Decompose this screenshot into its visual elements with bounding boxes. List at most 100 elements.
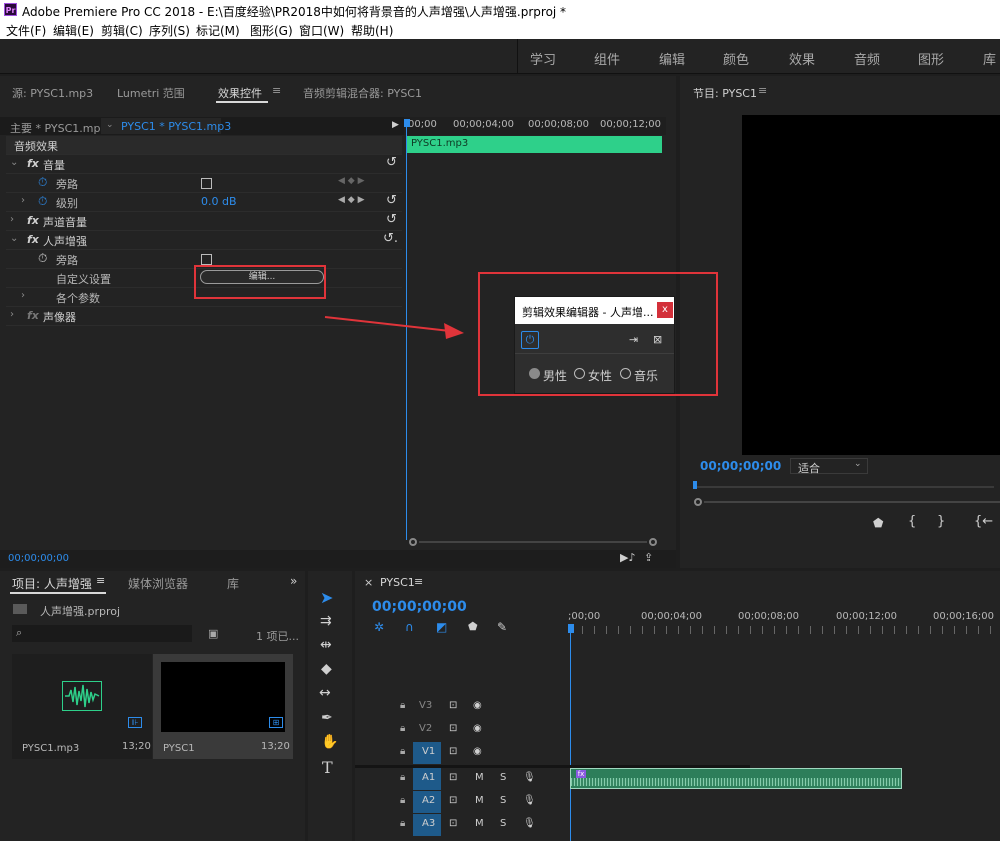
bypass-checkbox[interactable] <box>201 254 212 265</box>
slip-tool-icon[interactable]: ↔ <box>319 685 331 701</box>
lock-icon[interactable]: 🔒︎ <box>400 746 405 757</box>
workspace-graphics[interactable]: 图形 <box>918 49 944 68</box>
reset-icon[interactable]: ↺ <box>386 155 397 170</box>
project-item-audio[interactable]: ⊪ PYSC1.mp3 13;20 <box>12 654 152 759</box>
fit-dropdown[interactable]: 适合 ⌄ <box>790 458 868 475</box>
eye-icon[interactable]: ◉ <box>473 700 482 711</box>
reset-icon[interactable]: ↺ <box>386 193 397 208</box>
tab-effect-controls[interactable]: 效果控件 <box>218 85 262 101</box>
microphone-icon[interactable]: 🎙︎ <box>523 772 536 783</box>
keyframe-nav-icon[interactable]: ◀ ◆ ▶ <box>338 176 365 186</box>
add-marker-icon[interactable]: ⬟ <box>873 516 883 530</box>
solo-button[interactable]: S <box>500 818 506 829</box>
close-icon[interactable]: × <box>364 576 373 589</box>
scroll-handle-right[interactable] <box>649 538 657 546</box>
panel-menu-icon[interactable]: ≡ <box>758 84 767 97</box>
mute-button[interactable]: M <box>475 772 484 783</box>
lock-icon[interactable]: 🔒︎ <box>400 723 405 734</box>
reset-icon[interactable]: ↺ <box>386 212 397 227</box>
menu-edit[interactable]: 编辑(E) <box>53 22 94 39</box>
program-playhead[interactable] <box>693 481 697 489</box>
zoom-handle-left[interactable] <box>694 498 702 506</box>
nest-icon[interactable]: ✲ <box>374 620 384 634</box>
more-tabs-icon[interactable]: » <box>290 574 297 588</box>
radio-music[interactable] <box>620 368 631 379</box>
go-to-in-icon[interactable]: {← <box>974 514 993 529</box>
program-scrub-bar[interactable] <box>694 486 994 488</box>
panel-menu-icon[interactable]: ≡ <box>272 84 281 97</box>
track-label[interactable]: A1 <box>422 772 435 783</box>
panel-menu-icon[interactable]: ≡ <box>96 574 105 587</box>
ruler-ticks[interactable] <box>570 626 1000 634</box>
radio-label[interactable]: 音乐 <box>634 367 658 384</box>
workspace-editing[interactable]: 编辑 <box>659 49 685 68</box>
workspace-audio[interactable]: 音频 <box>854 49 880 68</box>
mute-button[interactable]: M <box>475 818 484 829</box>
track-select-tool-icon[interactable]: ⇉ <box>320 613 332 629</box>
routing-icon[interactable]: ⇥ <box>629 333 638 346</box>
timeline-timecode[interactable]: 00;00;00;00 <box>372 599 467 615</box>
fx-icon[interactable]: fx <box>27 157 39 170</box>
menu-sequence[interactable]: 序列(S) <box>149 22 190 39</box>
stopwatch-icon[interactable]: ⏱ <box>38 175 47 190</box>
project-item-sequence[interactable]: ⊞ PYSC1 13;20 <box>153 654 293 759</box>
wrench-icon[interactable]: ✎ <box>497 620 507 634</box>
lock-icon[interactable]: 🔒︎ <box>400 772 405 783</box>
close-button[interactable]: x <box>657 302 673 318</box>
track-label[interactable]: V3 <box>419 700 432 711</box>
level-value[interactable]: 0.0 dB <box>201 195 237 208</box>
eye-icon[interactable]: ◉ <box>473 723 482 734</box>
stopwatch-icon[interactable]: ⏱ <box>38 251 47 266</box>
play-audio-icon[interactable]: ▶♪ <box>620 551 635 564</box>
fx-icon[interactable]: fx <box>27 309 39 322</box>
sync-lock-icon[interactable]: ⊡ <box>449 723 457 734</box>
solo-button[interactable]: S <box>500 772 506 783</box>
sync-lock-icon[interactable]: ⊡ <box>449 795 457 806</box>
menu-file[interactable]: 文件(F) <box>6 22 46 39</box>
mute-button[interactable]: M <box>475 795 484 806</box>
solo-button[interactable]: S <box>500 795 506 806</box>
chevron-down-icon[interactable]: ⌄ <box>10 157 18 168</box>
razor-tool-icon[interactable]: ◆ <box>321 661 332 677</box>
chevron-right-icon[interactable]: › <box>10 309 14 320</box>
snap-icon[interactable]: ∩ <box>405 620 414 634</box>
menu-window[interactable]: 窗口(W) <box>299 22 344 39</box>
track-label[interactable]: V1 <box>422 746 435 757</box>
playhead-handle[interactable] <box>404 119 410 127</box>
effect-zoom-scrollbar[interactable] <box>409 538 657 546</box>
program-timecode[interactable]: 00;00;00;00 <box>700 459 781 473</box>
radio-female[interactable] <box>574 368 585 379</box>
fx-icon[interactable]: fx <box>27 214 39 227</box>
mark-out-icon[interactable]: } <box>937 514 945 529</box>
play-only-icon[interactable]: ▶ <box>392 120 399 130</box>
type-tool-icon[interactable]: T <box>322 758 333 777</box>
hand-tool-icon[interactable]: ✋ <box>321 734 338 750</box>
microphone-icon[interactable]: 🎙︎ <box>523 818 536 829</box>
menu-marker[interactable]: 标记(M) <box>196 22 240 39</box>
sync-lock-icon[interactable]: ⊡ <box>449 772 457 783</box>
menu-clip[interactable]: 剪辑(C) <box>101 22 143 39</box>
stopwatch-icon[interactable]: ⏱ <box>38 194 47 209</box>
workspace-libraries[interactable]: 库 <box>983 49 996 68</box>
preset-delete-icon[interactable]: ⊠ <box>653 333 662 346</box>
menu-graphics[interactable]: 图形(G) <box>250 22 293 39</box>
track-label[interactable]: A2 <box>422 795 435 806</box>
lock-icon[interactable]: 🔒︎ <box>400 795 405 806</box>
export-frame-icon[interactable]: ⇪ <box>644 551 653 564</box>
radio-label[interactable]: 女性 <box>588 367 612 384</box>
tab-libraries[interactable]: 库 <box>227 575 239 592</box>
radio-male[interactable] <box>529 368 540 379</box>
track-label[interactable]: A3 <box>422 818 435 829</box>
keyframe-nav-icon[interactable]: ◀ ◆ ▶ <box>338 195 365 205</box>
effect-clip-bar[interactable]: PYSC1.mp3 <box>407 136 662 153</box>
fx-icon[interactable]: fx <box>27 233 39 246</box>
lock-icon[interactable]: 🔒︎ <box>400 700 405 711</box>
chevron-down-icon[interactable]: ⌄ <box>106 120 114 130</box>
eye-icon[interactable]: ◉ <box>473 746 482 757</box>
tab-lumetri-scopes[interactable]: Lumetri 范围 <box>117 85 185 101</box>
chevron-down-icon[interactable]: ⌄ <box>10 233 18 244</box>
tab-source[interactable]: 源: PYSC1.mp3 <box>12 85 93 101</box>
timeline-playhead-handle[interactable] <box>568 624 574 633</box>
tab-media-browser[interactable]: 媒体浏览器 <box>128 575 188 592</box>
workspace-learn[interactable]: 学习 <box>530 49 556 68</box>
